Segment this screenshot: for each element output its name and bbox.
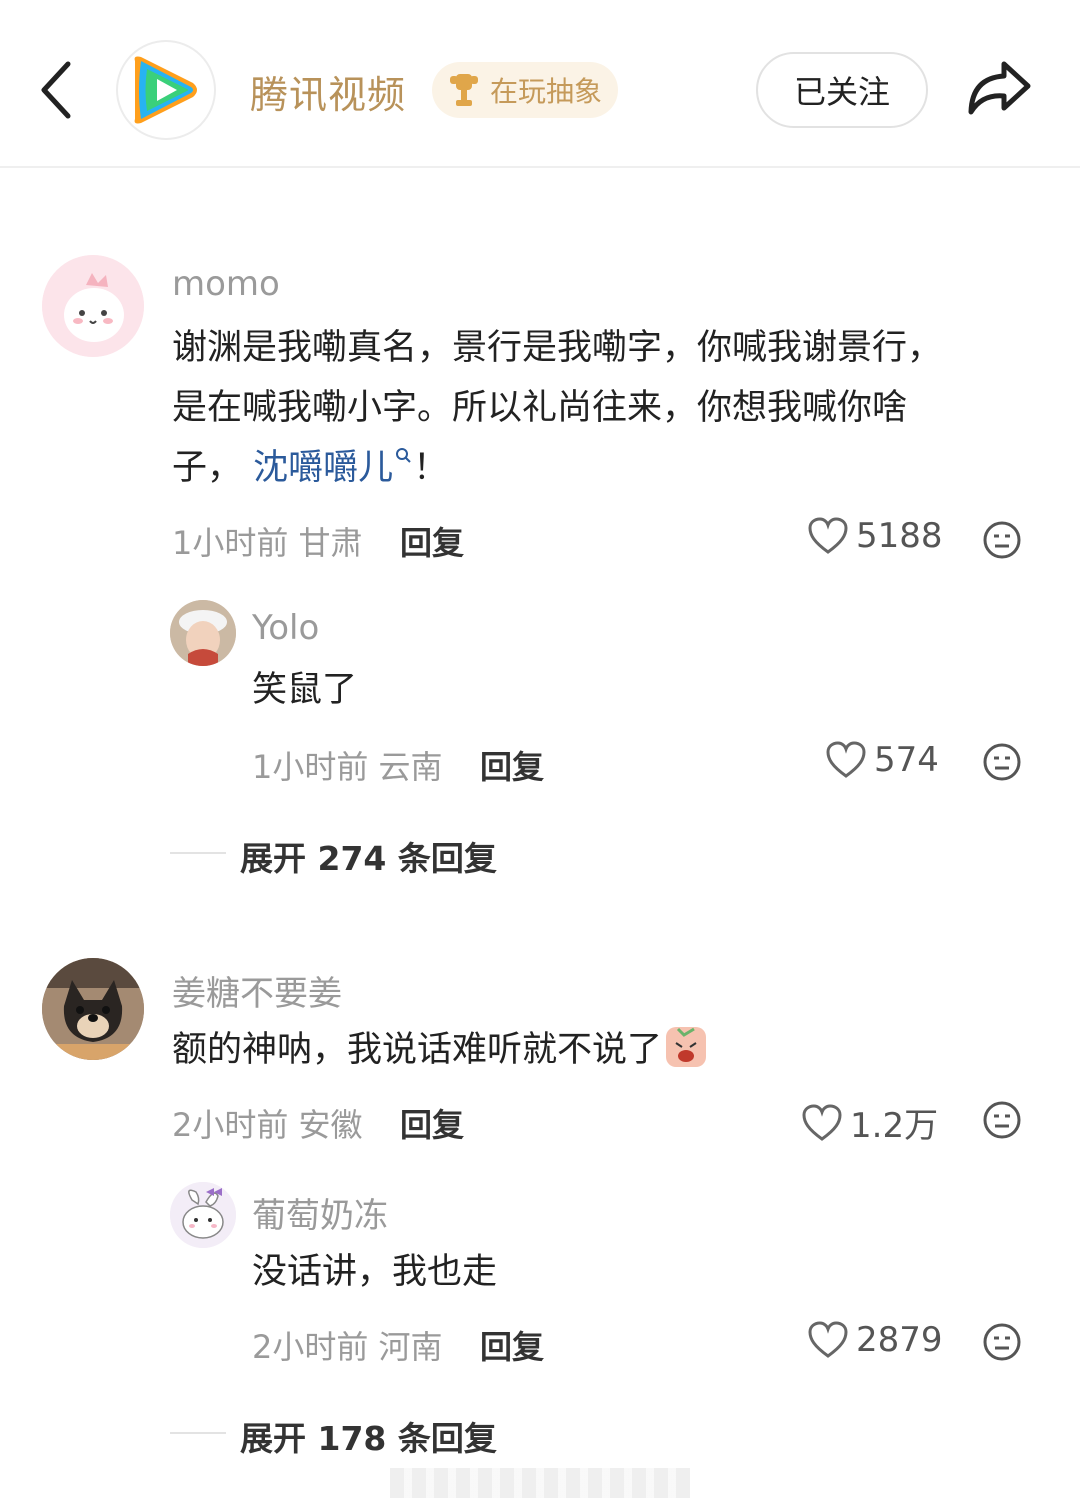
heart-icon (808, 517, 848, 554)
like-button[interactable]: 5188 (808, 516, 943, 556)
reply-time-location: 2小时前 河南 (252, 1328, 443, 1366)
like-count: 574 (874, 740, 939, 780)
heart-icon (826, 741, 866, 778)
emoji-reaction-icon[interactable] (982, 1100, 1022, 1140)
reply-text: 没话讲，我也走 (252, 1252, 498, 1292)
account-avatar[interactable] (116, 40, 216, 140)
emoji-reaction-icon[interactable] (982, 520, 1022, 560)
heart-icon (802, 1103, 842, 1141)
reply-time-location: 1小时前 云南 (252, 748, 443, 786)
reply-button[interactable]: 回复 (480, 1322, 544, 1368)
comment-time-location: 1小时前 甘肃 (172, 524, 363, 562)
comment-text-line-part: 子， (172, 448, 243, 488)
top-bar: 腾讯视频 在玩抽象 已关注 (0, 0, 1080, 168)
like-button[interactable]: 2879 (808, 1320, 943, 1360)
dog-photo-avatar-icon (42, 958, 144, 1060)
back-arrow-icon[interactable] (36, 58, 76, 122)
mention-link[interactable]: 沈嚼嚼儿 (253, 448, 393, 488)
comment-text-line: 谢渊是我嘞真名，景行是我嘞字，你喊我谢景行， (172, 328, 943, 368)
avatar[interactable] (42, 958, 144, 1060)
follow-button[interactable]: 已关注 (756, 52, 928, 128)
like-count: 5188 (856, 516, 943, 556)
comment-text: 额的神呐，我说话难听就不说了 (172, 1020, 708, 1080)
reply-username[interactable]: 葡萄奶冻 (252, 1188, 388, 1237)
reply-text: 笑鼠了 (252, 670, 358, 710)
expand-replies-button[interactable]: 展开 178 条回复 (240, 1412, 497, 1460)
avatar[interactable] (42, 255, 144, 357)
comment-username[interactable]: 姜糖不要姜 (172, 966, 342, 1015)
like-count: 2879 (856, 1320, 943, 1360)
avatar[interactable] (170, 1182, 236, 1248)
emoji-reaction-icon[interactable] (982, 742, 1022, 782)
bunny-avatar-icon (170, 1182, 236, 1248)
reply-button[interactable]: 回复 (400, 1100, 464, 1146)
like-button[interactable]: 1.2万 (802, 1098, 938, 1147)
expand-replies-button[interactable]: 展开 274 条回复 (240, 832, 497, 880)
user-photo-avatar-icon (170, 600, 236, 666)
comment-time-location: 2小时前 安徽 (172, 1106, 363, 1144)
divider (170, 1432, 226, 1434)
watermark-strip (390, 1468, 690, 1498)
divider (170, 852, 226, 854)
share-icon[interactable] (966, 58, 1032, 118)
heart-icon (808, 1321, 848, 1358)
trophy-icon (450, 74, 478, 106)
search-icon (396, 448, 411, 463)
emoji-reaction-icon[interactable] (982, 1322, 1022, 1362)
avatar[interactable] (170, 600, 236, 666)
reply-username[interactable]: Yolo (252, 608, 319, 648)
comment-text: 谢渊是我嘞真名，景行是我嘞字，你喊我谢景行， 是在喊我嘞小字。所以礼尚往来，你想… (172, 318, 942, 498)
tencent-video-logo-icon (134, 56, 197, 124)
comment-text-line: 是在喊我嘞小字。所以礼尚往来，你想我喊你啥 (172, 388, 908, 428)
like-button[interactable]: 574 (826, 740, 939, 780)
comment-text-content: 额的神呐，我说话难听就不说了 (172, 1030, 663, 1070)
account-name[interactable]: 腾讯视频 (250, 64, 406, 119)
status-tag-label: 在玩抽象 (490, 75, 603, 108)
comment-username[interactable]: momo (172, 264, 280, 304)
comment-text-tail: ！ (413, 448, 449, 488)
crying-face-emoji-icon (666, 1027, 707, 1067)
reply-button[interactable]: 回复 (400, 518, 464, 564)
comment-text-line: 子， 沈嚼嚼儿 ！ (172, 438, 942, 498)
reply-button[interactable]: 回复 (480, 742, 544, 788)
like-count: 1.2万 (850, 1106, 939, 1146)
pink-dinosaur-avatar-icon (42, 255, 144, 357)
status-tag[interactable]: 在玩抽象 (432, 62, 618, 118)
